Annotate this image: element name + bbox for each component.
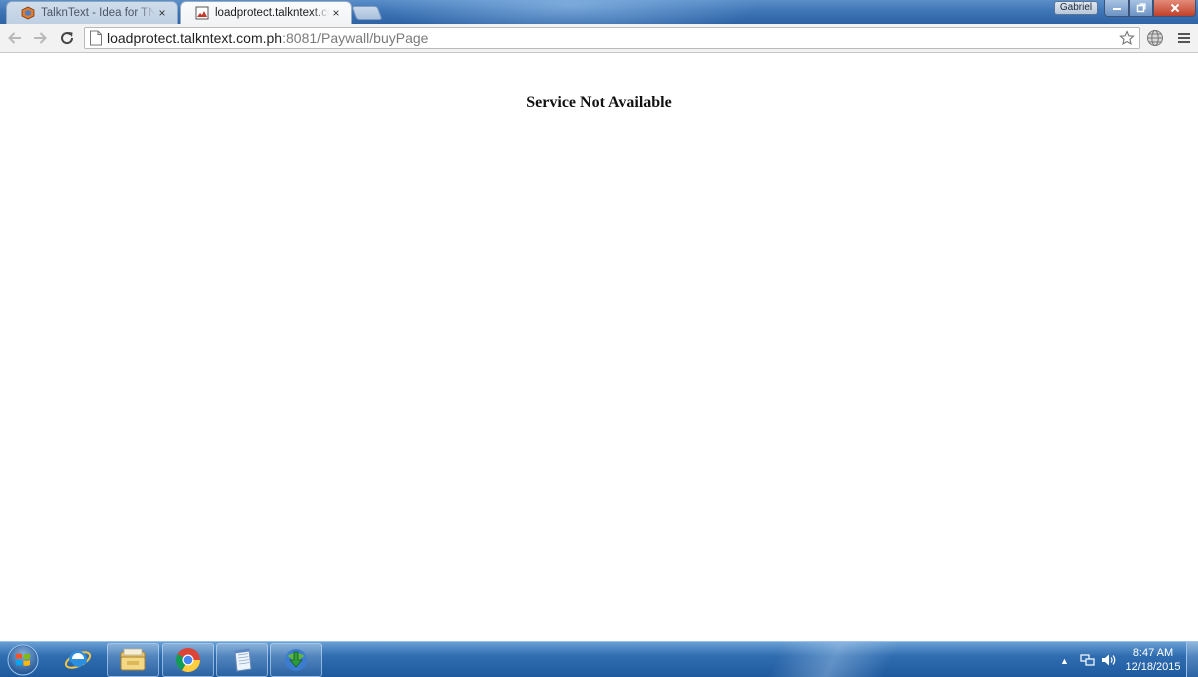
tab-title: TalknText - Idea for TNT n xyxy=(41,7,155,19)
broken-page-favicon-icon xyxy=(195,6,209,20)
hamburger-menu-icon[interactable] xyxy=(1176,30,1192,46)
show-desktop-button[interactable] xyxy=(1186,642,1198,677)
new-tab-button[interactable] xyxy=(351,6,383,20)
clock-time: 8:47 AM xyxy=(1132,647,1174,659)
tab-close-icon[interactable]: × xyxy=(329,6,343,20)
minimize-icon xyxy=(1112,8,1121,10)
page-icon xyxy=(90,30,102,46)
folder-icon xyxy=(120,648,146,671)
show-hidden-icons-icon[interactable]: ▲ xyxy=(1060,656,1070,666)
taskbar-internet-explorer[interactable] xyxy=(52,643,104,677)
tab-title: loadprotect.talkntext.com. xyxy=(215,7,329,19)
restore-button[interactable] xyxy=(1129,0,1153,17)
arrow-right-icon xyxy=(34,32,47,44)
page-heading: Service Not Available xyxy=(526,94,672,111)
windows-taskbar: ▲ 8:47 AM 12/18/2015 xyxy=(0,641,1198,677)
url-path: :8081/Paywall/buyPage xyxy=(282,30,429,46)
address-bar[interactable]: loadprotect.talkntext.com.ph:8081/Paywal… xyxy=(84,27,1140,49)
bookmark-star-icon[interactable] xyxy=(1119,30,1135,46)
taskbar-notepad[interactable] xyxy=(216,643,268,677)
restore-icon xyxy=(1136,3,1146,13)
back-button[interactable] xyxy=(4,28,26,48)
forward-button[interactable] xyxy=(29,28,51,48)
network-icon[interactable] xyxy=(1080,653,1096,667)
globe-extension-icon[interactable] xyxy=(1146,29,1164,47)
url-host: loadprotect.talkntext.com.ph xyxy=(107,30,283,46)
reload-icon xyxy=(61,32,74,45)
taskbar-windows-explorer[interactable] xyxy=(107,643,159,677)
arrow-left-icon xyxy=(8,32,21,44)
notepad-icon xyxy=(234,648,252,672)
chrome-icon xyxy=(175,648,200,673)
clock-date: 12/18/2015 xyxy=(1125,661,1181,673)
tab-talkntext[interactable]: TalknText - Idea for TNT n × xyxy=(6,1,178,24)
talkntext-favicon-icon xyxy=(21,6,35,20)
system-clock[interactable]: 8:47 AM 12/18/2015 xyxy=(1124,646,1182,674)
browser-titlebar: TalknText - Idea for TNT n × loadprotect… xyxy=(0,0,1198,24)
internet-explorer-icon xyxy=(64,650,92,669)
profile-badge[interactable]: Gabriel xyxy=(1054,1,1098,15)
tab-close-icon[interactable]: × xyxy=(155,6,169,20)
taskbar-internet-download-manager[interactable] xyxy=(270,643,322,677)
close-icon xyxy=(1170,3,1179,13)
volume-icon[interactable] xyxy=(1101,653,1117,667)
close-window-button[interactable] xyxy=(1153,0,1196,17)
browser-toolbar: loadprotect.talkntext.com.ph:8081/Paywal… xyxy=(0,24,1198,53)
page-viewport: Service Not Available xyxy=(0,54,1198,641)
reload-button[interactable] xyxy=(56,28,78,48)
download-manager-icon xyxy=(285,649,307,671)
taskbar-google-chrome[interactable] xyxy=(162,643,214,677)
minimize-button[interactable] xyxy=(1104,0,1129,17)
tab-loadprotect[interactable]: loadprotect.talkntext.com. × xyxy=(180,1,352,24)
start-button[interactable] xyxy=(5,643,41,677)
windows-orb-icon xyxy=(7,644,39,676)
